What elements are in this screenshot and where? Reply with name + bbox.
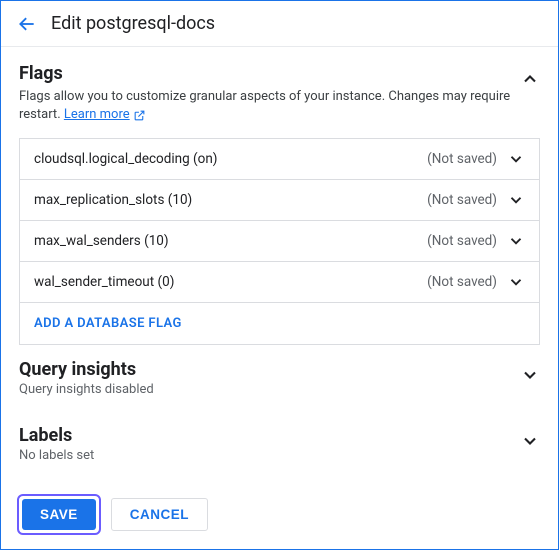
- flags-list: cloudsql.logical_decoding (on) (Not save…: [19, 138, 540, 345]
- chevron-down-icon: [507, 191, 525, 209]
- query-insights-section[interactable]: Query insights Query insights disabled: [19, 345, 540, 411]
- flag-status: (Not saved): [427, 151, 497, 167]
- flag-row[interactable]: cloudsql.logical_decoding (on) (Not save…: [20, 139, 539, 180]
- labels-section[interactable]: Labels No labels set: [19, 411, 540, 477]
- flag-row[interactable]: max_wal_senders (10) (Not saved): [20, 221, 539, 262]
- chevron-down-icon: [520, 365, 540, 385]
- learn-more-link[interactable]: Learn more: [64, 106, 146, 124]
- labels-title: Labels: [19, 425, 94, 446]
- flag-label: cloudsql.logical_decoding (on): [34, 151, 427, 167]
- flag-label: max_replication_slots (10): [34, 192, 427, 208]
- chevron-down-icon: [507, 232, 525, 250]
- cancel-button[interactable]: CANCEL: [111, 498, 208, 531]
- chevron-down-icon: [520, 431, 540, 451]
- external-link-icon: [133, 109, 146, 122]
- chevron-down-icon: [507, 150, 525, 168]
- flags-section-header[interactable]: Flags Flags allow you to customize granu…: [19, 63, 540, 124]
- flag-label: max_wal_senders (10): [34, 233, 427, 249]
- flag-status: (Not saved): [427, 274, 497, 290]
- query-insights-title: Query insights: [19, 359, 154, 380]
- back-arrow-icon[interactable]: [17, 14, 37, 34]
- labels-sub: No labels set: [19, 448, 94, 463]
- flag-row[interactable]: max_replication_slots (10) (Not saved): [20, 180, 539, 221]
- chevron-down-icon: [507, 273, 525, 291]
- chevron-up-icon: [520, 69, 540, 89]
- flags-title: Flags: [19, 63, 520, 84]
- add-database-flag-button[interactable]: ADD A DATABASE FLAG: [20, 303, 539, 344]
- query-insights-sub: Query insights disabled: [19, 382, 154, 397]
- save-button[interactable]: SAVE: [22, 499, 96, 530]
- flag-label: wal_sender_timeout (0): [34, 274, 427, 290]
- flags-description: Flags allow you to customize granular as…: [19, 88, 520, 124]
- save-button-highlight: SAVE: [17, 494, 101, 535]
- flag-status: (Not saved): [427, 233, 497, 249]
- flag-row[interactable]: wal_sender_timeout (0) (Not saved): [20, 262, 539, 303]
- flag-status: (Not saved): [427, 192, 497, 208]
- page-title: Edit postgresql-docs: [51, 13, 215, 34]
